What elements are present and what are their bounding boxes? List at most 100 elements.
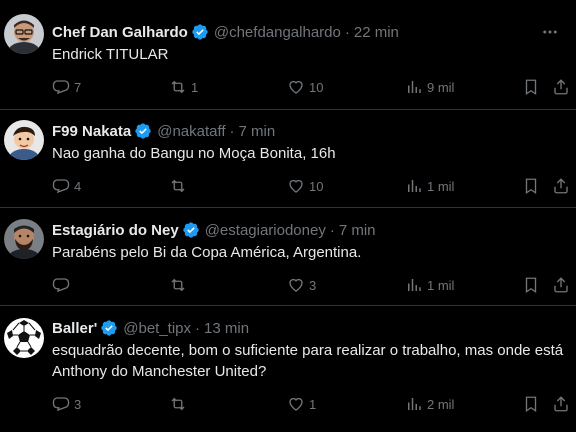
views-chart-icon xyxy=(408,398,421,410)
bookmark-icon xyxy=(525,396,537,413)
retweet-icon xyxy=(171,179,185,193)
share-button[interactable] xyxy=(551,275,571,295)
like-button[interactable]: 3 xyxy=(287,275,316,295)
like-button[interactable]: 10 xyxy=(287,176,323,196)
bookmark-button[interactable] xyxy=(521,394,541,414)
retweet-button[interactable]: 1 xyxy=(169,77,198,97)
verified-badge-icon xyxy=(192,24,208,40)
share-button[interactable] xyxy=(551,176,571,196)
reply-count: 4 xyxy=(74,178,82,194)
retweet-button[interactable] xyxy=(169,275,191,295)
verified-badge-icon xyxy=(183,222,199,238)
tweet-header: Chef Dan Galhardo @chefdangalhardo · 22 … xyxy=(52,22,536,42)
like-button[interactable]: 1 xyxy=(287,394,316,414)
tweet[interactable]: Chef Dan Galhardo @chefdangalhardo · 22 … xyxy=(0,0,576,110)
display-name[interactable]: F99 Nakata xyxy=(52,123,131,140)
like-count: 3 xyxy=(309,277,317,293)
cartoon-man-avatar-icon xyxy=(4,120,44,160)
like-count: 10 xyxy=(309,79,324,95)
display-name[interactable]: Baller' xyxy=(52,320,97,337)
views-count: 1 mil xyxy=(427,178,455,194)
reply-icon xyxy=(52,80,70,95)
tweet-actions: 7 1 10 9 mil xyxy=(52,77,576,97)
tweet[interactable]: Estagiário do Ney @estagiariodoney · 7 m… xyxy=(0,208,576,306)
share-icon xyxy=(554,178,568,194)
heart-icon xyxy=(289,80,303,94)
reply-count: 7 xyxy=(74,79,82,95)
reply-button[interactable]: 3 xyxy=(52,394,81,414)
timestamp[interactable]: 13 min xyxy=(204,320,249,337)
bookmark-button[interactable] xyxy=(521,275,541,295)
verified-badge-icon xyxy=(101,320,117,336)
views-count: 9 mil xyxy=(427,79,455,95)
like-button[interactable]: 10 xyxy=(287,77,323,97)
tweet[interactable]: Baller' @bet_tipx · 13 min esquadrão dec… xyxy=(0,306,576,432)
retweet-button[interactable] xyxy=(169,176,191,196)
views-button[interactable]: 1 mil xyxy=(405,176,454,196)
separator: · xyxy=(195,319,201,337)
retweet-icon xyxy=(171,278,185,292)
reply-button[interactable]: 7 xyxy=(52,77,81,97)
views-count: 1 mil xyxy=(427,277,455,293)
bookmark-icon xyxy=(525,277,537,294)
display-name[interactable]: Chef Dan Galhardo xyxy=(52,24,188,41)
share-button[interactable] xyxy=(551,77,571,97)
views-button[interactable]: 2 mil xyxy=(405,394,454,414)
soccer-ball-avatar-icon xyxy=(4,318,44,358)
reply-icon xyxy=(52,179,70,194)
display-name[interactable]: Estagiário do Ney xyxy=(52,222,179,239)
reply-button[interactable]: 4 xyxy=(52,176,81,196)
more-icon xyxy=(543,30,557,34)
views-button[interactable]: 1 mil xyxy=(405,275,454,295)
tweet-header: Baller' @bet_tipx · 13 min xyxy=(52,318,536,338)
reply-count: 3 xyxy=(74,396,82,412)
avatar[interactable] xyxy=(4,120,44,160)
separator: · xyxy=(229,122,235,140)
separator: · xyxy=(344,23,350,41)
share-icon xyxy=(554,277,568,293)
tweet-header: F99 Nakata @nakataff · 7 min xyxy=(52,121,536,141)
views-chart-icon xyxy=(408,81,421,93)
heart-icon xyxy=(289,179,303,193)
bookmark-button[interactable] xyxy=(521,77,541,97)
tweet-actions: 4 10 1 mil xyxy=(52,176,576,196)
man-with-glasses-avatar-icon xyxy=(4,14,44,54)
handle[interactable]: @nakataff xyxy=(157,123,225,140)
views-count: 2 mil xyxy=(427,396,455,412)
bookmark-icon xyxy=(525,178,537,195)
heart-icon xyxy=(289,278,303,292)
tweet-actions: 3 1 mil xyxy=(52,275,576,295)
timestamp[interactable]: 7 min xyxy=(339,222,376,239)
reply-icon xyxy=(52,397,70,412)
avatar[interactable] xyxy=(4,219,44,259)
views-chart-icon xyxy=(408,180,421,192)
bookmark-icon xyxy=(525,79,537,96)
avatar[interactable] xyxy=(4,14,44,54)
timestamp[interactable]: 7 min xyxy=(239,123,276,140)
separator: · xyxy=(329,221,335,239)
retweet-button[interactable] xyxy=(169,394,191,414)
tweet-text: Nao ganha do Bangu no Moça Bonita, 16h xyxy=(52,145,336,162)
tweet-text: Parabéns pelo Bi da Copa América, Argent… xyxy=(52,244,362,261)
tweet-text: Endrick TITULAR xyxy=(52,46,169,63)
share-button[interactable] xyxy=(551,394,571,414)
tweet[interactable]: F99 Nakata @nakataff · 7 min Nao ganha d… xyxy=(0,110,576,208)
avatar[interactable] xyxy=(4,318,44,358)
handle[interactable]: @estagiariodoney xyxy=(205,222,326,239)
bearded-man-avatar-icon xyxy=(4,219,44,259)
handle[interactable]: @bet_tipx xyxy=(123,320,191,337)
share-icon xyxy=(554,79,568,95)
bookmark-button[interactable] xyxy=(521,176,541,196)
more-options-button[interactable] xyxy=(540,22,560,42)
tweet-header: Estagiário do Ney @estagiariodoney · 7 m… xyxy=(52,220,536,240)
tweet-text: esquadrão decente, bom o suficiente para… xyxy=(52,342,564,380)
retweet-count: 1 xyxy=(191,79,199,95)
views-button[interactable]: 9 mil xyxy=(405,77,454,97)
handle[interactable]: @chefdangalhardo xyxy=(214,24,341,41)
reply-button[interactable] xyxy=(52,275,74,295)
verified-badge-icon xyxy=(135,123,151,139)
reply-icon xyxy=(52,278,70,293)
timestamp[interactable]: 22 min xyxy=(354,24,399,41)
retweet-icon xyxy=(171,80,185,94)
like-count: 10 xyxy=(309,178,324,194)
